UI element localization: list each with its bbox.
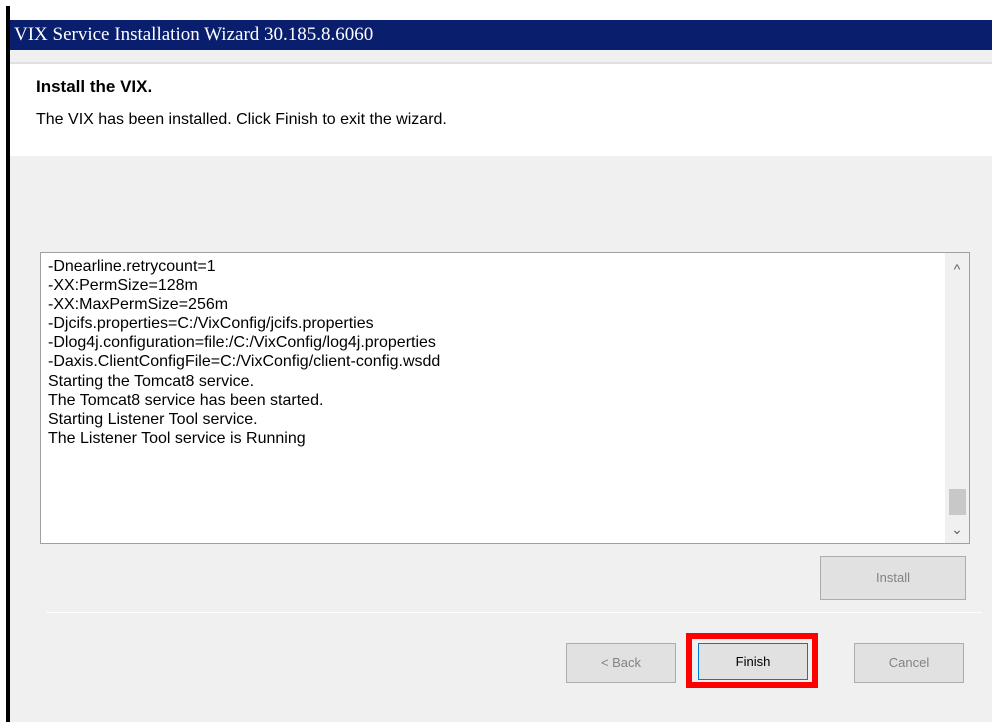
scrollbar-thumb[interactable] xyxy=(949,489,966,515)
back-button[interactable]: < Back xyxy=(566,643,676,683)
window-title: VIX Service Installation Wizard 30.185.8… xyxy=(14,24,374,45)
title-bar: VIX Service Installation Wizard 30.185.8… xyxy=(10,20,992,50)
finish-highlight-box xyxy=(686,633,818,688)
cancel-button[interactable]: Cancel xyxy=(854,643,964,683)
log-line: -XX:PermSize=128m xyxy=(48,277,198,295)
page-description: The VIX has been installed. Click Finish… xyxy=(36,111,447,128)
log-line: -Dnearline.retrycount=1 xyxy=(48,258,216,275)
chevron-up-icon[interactable]: ^ xyxy=(945,259,969,279)
install-log-textbox[interactable]: -Dnearline.retrycount=1 -XX:PermSize=128… xyxy=(40,252,970,544)
install-button[interactable]: Install xyxy=(820,556,966,600)
title-bar-frame xyxy=(10,6,992,20)
log-line: -XX:MaxPermSize=256m xyxy=(48,296,229,314)
log-line: Starting the Tomcat8 service. xyxy=(48,372,255,390)
log-line: -Djcifs.properties=C:/VixConfig/jcifs.pr… xyxy=(48,315,374,333)
chevron-down-icon[interactable]: ⌄ xyxy=(945,519,969,539)
log-line: The Listener Tool service is Running xyxy=(48,429,306,447)
log-line: -Dlog4j.configuration=file:/C:/VixConfig… xyxy=(48,334,436,352)
log-lines: -Dnearline.retrycount=1 -XX:PermSize=128… xyxy=(48,257,928,448)
log-line: -Daxis.ClientConfigFile=C:/VixConfig/cli… xyxy=(48,353,441,371)
log-line: Starting Listener Tool service. xyxy=(48,410,258,428)
page-title: Install the VIX. xyxy=(36,77,153,96)
log-scrollbar[interactable]: ^ ⌄ xyxy=(945,253,969,543)
log-line: The Tomcat8 service has been started. xyxy=(48,391,324,409)
wizard-header: Install the VIX. The VIX has been instal… xyxy=(10,62,992,156)
footer-divider xyxy=(46,612,982,613)
